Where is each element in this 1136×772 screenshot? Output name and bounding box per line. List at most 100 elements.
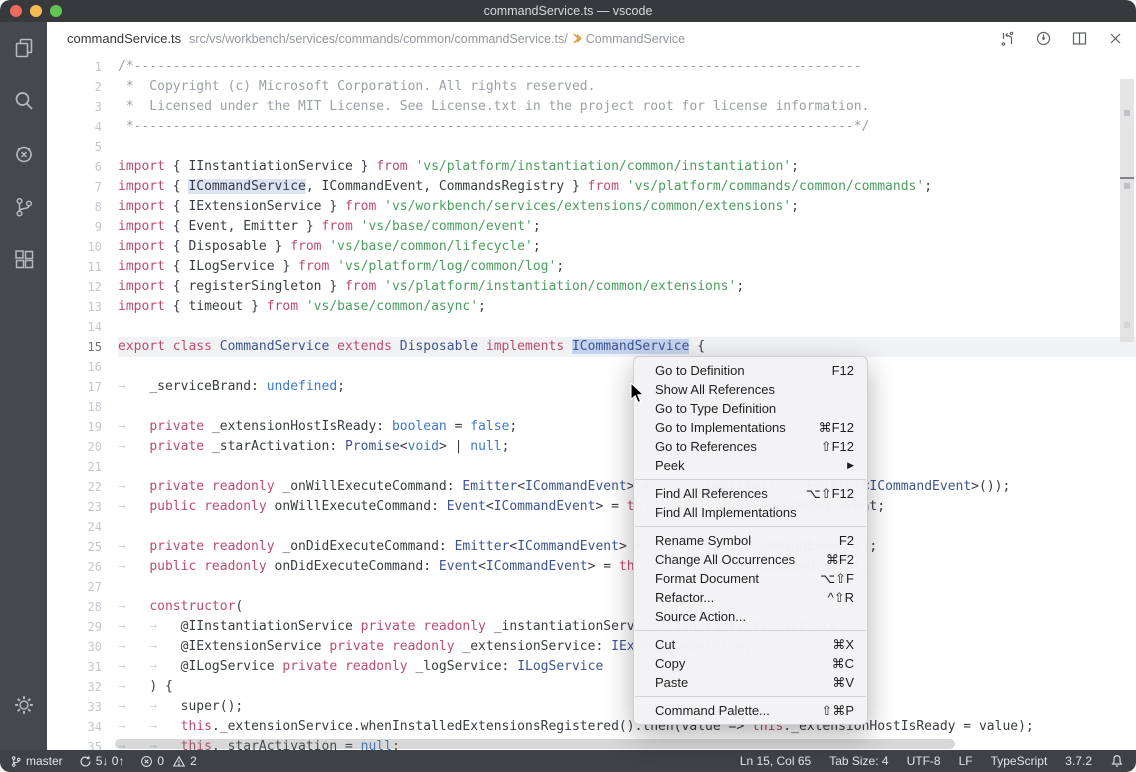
line-number[interactable]: 3 (47, 97, 102, 117)
zoom-window-button[interactable] (50, 5, 62, 17)
vertical-scrollbar[interactable] (1120, 79, 1134, 342)
notifications-bell-icon[interactable] (1110, 754, 1124, 768)
line-number[interactable]: 27 (47, 577, 102, 597)
line-number[interactable]: 34 (47, 717, 102, 737)
menu-item-copy[interactable]: Copy⌘C (634, 654, 867, 673)
breadcrumb-filename[interactable]: commandService.ts (67, 31, 181, 46)
menu-item-rename-symbol[interactable]: Rename SymbolF2 (634, 531, 867, 550)
line-number[interactable]: 9 (47, 217, 102, 237)
code-line[interactable]: 9import { Event, Emitter } from 'vs/base… (47, 217, 1136, 237)
menu-item-command-palette[interactable]: Command Palette...⇧⌘P (634, 701, 867, 720)
line-content[interactable] (118, 357, 1136, 377)
line-content[interactable]: import { IInstantiationService } from 'v… (118, 157, 1136, 177)
line-number[interactable]: 18 (47, 397, 102, 417)
menu-item-peek[interactable]: Peek▶ (634, 456, 867, 475)
code-line[interactable]: 33 → → super(); (47, 697, 1136, 717)
code-editor[interactable]: 1/*-------------------------------------… (47, 55, 1136, 750)
line-content[interactable]: → → this._extensionService.whenInstalled… (118, 717, 1136, 737)
code-line[interactable]: 19→ private _extensionHostIsReady: boole… (47, 417, 1136, 437)
horizontal-scrollbar[interactable] (115, 739, 955, 749)
git-branch-status[interactable]: master (10, 754, 63, 768)
line-content[interactable] (118, 397, 1136, 417)
line-content[interactable] (118, 457, 1136, 477)
indentation[interactable]: Tab Size: 4 (829, 754, 888, 768)
menu-item-go-to-type-definition[interactable]: Go to Type Definition (634, 399, 867, 418)
line-number[interactable]: 24 (47, 517, 102, 537)
line-number[interactable]: 26 (47, 557, 102, 577)
menu-item-show-all-references[interactable]: Show All References (634, 380, 867, 399)
code-line[interactable]: 14 (47, 317, 1136, 337)
line-content[interactable]: → private _starActivation: Promise<void>… (118, 437, 1136, 457)
code-line[interactable]: 25→ private readonly _onDidExecuteComman… (47, 537, 1136, 557)
menu-item-go-to-definition[interactable]: Go to DefinitionF12 (634, 361, 867, 380)
close-editor-icon[interactable] (1106, 30, 1124, 48)
code-line[interactable]: 29 → → @IInstantiationService private rea… (47, 617, 1136, 637)
line-content[interactable]: → → super(); (118, 697, 1136, 717)
line-content[interactable]: import { Disposable } from 'vs/base/comm… (118, 237, 1136, 257)
menu-item-cut[interactable]: Cut⌘X (634, 635, 867, 654)
code-line[interactable]: 2 * Copyright (c) Microsoft Corporation.… (47, 77, 1136, 97)
line-content[interactable]: import { ILogService } from 'vs/platform… (118, 257, 1136, 277)
code-line[interactable]: 11import { ILogService } from 'vs/platfo… (47, 257, 1136, 277)
line-number[interactable]: 21 (47, 457, 102, 477)
source-control-icon[interactable] (11, 194, 37, 220)
line-content[interactable]: * Licensed under the MIT License. See Li… (118, 97, 1136, 117)
menu-item-find-all-references[interactable]: Find All References⌥⇧F12 (634, 484, 867, 503)
code-line[interactable]: 24 (47, 517, 1136, 537)
line-number[interactable]: 15 (47, 337, 102, 357)
line-number[interactable]: 25 (47, 537, 102, 557)
line-number[interactable]: 4 (47, 117, 102, 137)
close-window-button[interactable] (10, 5, 22, 17)
line-number[interactable]: 20 (47, 437, 102, 457)
line-number[interactable]: 2 (47, 77, 102, 97)
line-number[interactable]: 32 (47, 677, 102, 697)
menu-item-paste[interactable]: Paste⌘V (634, 673, 867, 692)
code-line[interactable]: 16 (47, 357, 1136, 377)
language-mode[interactable]: TypeScript (991, 754, 1048, 768)
explorer-icon[interactable] (11, 35, 37, 61)
problems-status[interactable]: 0 2 (140, 754, 196, 768)
code-line[interactable]: 1/*-------------------------------------… (47, 57, 1136, 77)
split-editor-icon[interactable] (1070, 30, 1088, 48)
code-line[interactable]: 6 import { IInstantiationService } from '… (47, 157, 1136, 177)
code-line[interactable]: 20 → private _starActivation: Promise<voi… (47, 437, 1136, 457)
line-content[interactable]: → constructor( (118, 597, 1136, 617)
line-number[interactable]: 8 (47, 197, 102, 217)
menu-item-go-to-references[interactable]: Go to References⇧F12 (634, 437, 867, 456)
code-line[interactable]: 5 (47, 137, 1136, 157)
menu-item-change-all-occurrences[interactable]: Change All Occurrences⌘F2 (634, 550, 867, 569)
line-number[interactable]: 29 (47, 617, 102, 637)
line-content[interactable]: import { IExtensionService } from 'vs/wo… (118, 197, 1136, 217)
line-number[interactable]: 14 (47, 317, 102, 337)
line-content[interactable]: → → @IInstantiationService private reado… (118, 617, 1136, 637)
line-content[interactable] (118, 517, 1136, 537)
titlebar[interactable]: commandService.ts — vscode (0, 0, 1136, 22)
line-content[interactable]: → private _extensionHostIsReady: boolean… (118, 417, 1136, 437)
line-number[interactable]: 6 (47, 157, 102, 177)
code-line[interactable]: 12import { registerSingleton } from 'vs/… (47, 277, 1136, 297)
code-line[interactable]: 17→ _serviceBrand: undefined; (47, 377, 1136, 397)
line-number[interactable]: 23 (47, 497, 102, 517)
line-number[interactable]: 12 (47, 277, 102, 297)
line-content[interactable]: import { timeout } from 'vs/base/common/… (118, 297, 1136, 317)
code-line[interactable]: 18 (47, 397, 1136, 417)
breadcrumb-path[interactable]: src/vs/workbench/services/commands/commo… (189, 32, 568, 46)
minimize-window-button[interactable] (30, 5, 42, 17)
line-number[interactable]: 10 (47, 237, 102, 257)
line-number[interactable]: 5 (47, 137, 102, 157)
sync-status[interactable]: 5↓ 0↑ (79, 754, 125, 768)
line-number[interactable]: 31 (47, 657, 102, 677)
line-content[interactable] (118, 137, 1136, 157)
settings-gear-icon[interactable] (11, 692, 37, 718)
code-line[interactable]: 8 import { IExtensionService } from 'vs/w… (47, 197, 1136, 217)
line-number[interactable]: 33 (47, 697, 102, 717)
code-line[interactable]: 31→ → @ILogService private readonly _log… (47, 657, 1136, 677)
typescript-version[interactable]: 3.7.2 (1065, 754, 1092, 768)
code-line[interactable]: 7import { ICommandService, ICommandEvent… (47, 177, 1136, 197)
encoding[interactable]: UTF-8 (907, 754, 941, 768)
code-line[interactable]: 21 (47, 457, 1136, 477)
code-line[interactable]: 28→ constructor( (47, 597, 1136, 617)
menu-item-refactor[interactable]: Refactor...^⇧R (634, 588, 867, 607)
line-number[interactable]: 1 (47, 57, 102, 77)
timeline-clock-icon[interactable] (1034, 30, 1052, 48)
